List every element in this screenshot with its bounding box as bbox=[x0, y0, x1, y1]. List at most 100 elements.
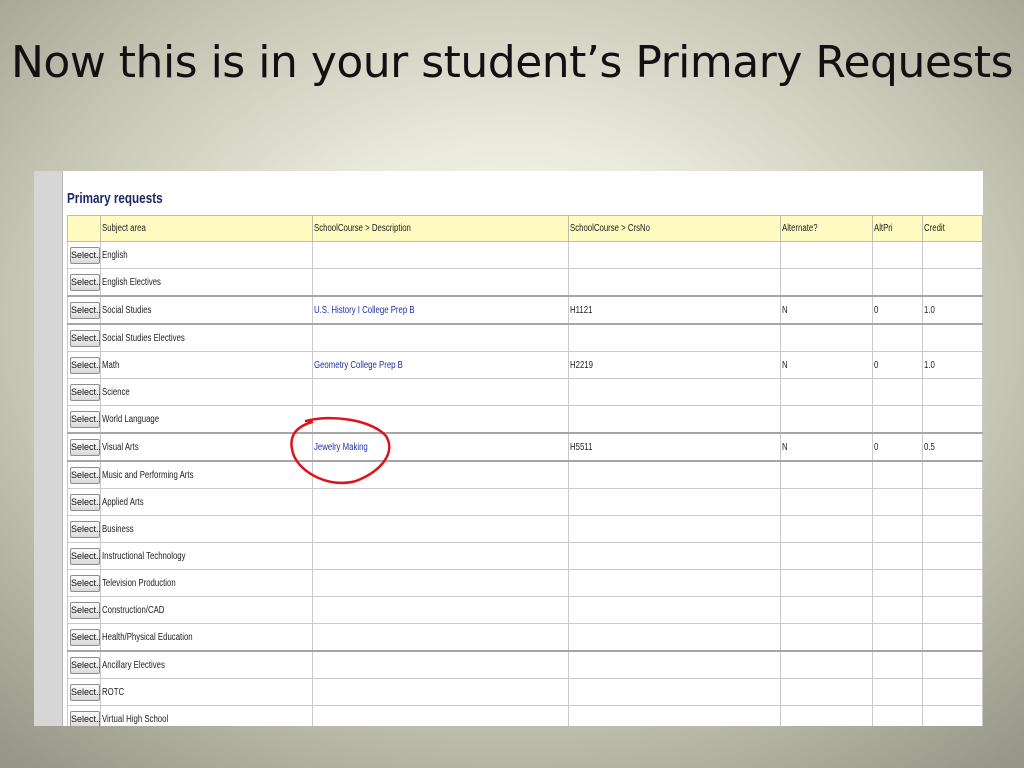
credit-cell-text: 1.0 bbox=[924, 359, 935, 371]
table-row: Select... Construction/CAD bbox=[67, 596, 983, 624]
subject-area-cell: ROTC bbox=[100, 678, 313, 706]
select-button[interactable]: Select... bbox=[70, 547, 100, 565]
subject-area-cell: Music and Performing Arts bbox=[100, 460, 313, 489]
column-header-credit[interactable]: Credit bbox=[922, 215, 983, 242]
select-cell: Select... bbox=[67, 432, 101, 462]
select-button[interactable]: Select... bbox=[70, 410, 100, 428]
table-row: Select... English Electives bbox=[67, 268, 983, 297]
course-number-cell bbox=[568, 650, 781, 679]
altpri-cell bbox=[872, 460, 923, 489]
course-description-cell bbox=[312, 378, 569, 406]
alternate-cell bbox=[780, 569, 873, 597]
subject-area-cell-text: English bbox=[102, 249, 128, 261]
course-number-cell-text: H5511 bbox=[570, 441, 593, 453]
select-button[interactable]: Select... bbox=[70, 356, 100, 374]
credit-cell bbox=[922, 488, 983, 516]
course-number-cell: H2219 bbox=[568, 351, 781, 379]
course-description-cell[interactable]: U.S. History I College Prep B bbox=[312, 295, 569, 325]
subject-area-cell: Virtual High School bbox=[100, 705, 313, 726]
alternate-cell bbox=[780, 488, 873, 516]
select-button[interactable]: Select... bbox=[70, 301, 100, 319]
select-cell: Select... bbox=[67, 295, 101, 325]
select-button[interactable]: Select... bbox=[70, 683, 100, 701]
select-cell: Select... bbox=[67, 488, 101, 516]
course-description-cell-text[interactable]: Jewelry Making bbox=[314, 442, 368, 453]
course-number-cell bbox=[568, 623, 781, 652]
course-description-cell bbox=[312, 405, 569, 434]
select-cell: Select... bbox=[67, 596, 101, 624]
select-cell: Select... bbox=[67, 268, 101, 297]
select-button[interactable]: Select... bbox=[70, 493, 100, 511]
select-button[interactable]: Select... bbox=[70, 520, 100, 538]
alternate-cell bbox=[780, 623, 873, 652]
course-description-cell bbox=[312, 488, 569, 516]
column-header-select bbox=[67, 215, 101, 242]
select-button[interactable]: Select... bbox=[70, 383, 100, 401]
column-header-altpri[interactable]: AltPri bbox=[872, 215, 923, 242]
course-number-cell-text: H2219 bbox=[570, 359, 593, 371]
altpri-cell bbox=[872, 705, 923, 726]
select-cell: Select... bbox=[67, 542, 101, 570]
select-button[interactable]: Select... bbox=[70, 601, 100, 619]
column-header-subject-area[interactable]: Subject area bbox=[100, 215, 313, 242]
altpri-cell-text: 0 bbox=[874, 304, 879, 316]
subject-area-cell-text: Social Studies bbox=[102, 304, 152, 316]
credit-cell bbox=[922, 378, 983, 406]
alternate-cell-text: N bbox=[782, 304, 788, 316]
altpri-cell-text: 0 bbox=[874, 441, 879, 453]
select-button[interactable]: Select... bbox=[70, 246, 100, 264]
alternate-cell bbox=[780, 268, 873, 297]
subject-area-cell-text: Music and Performing Arts bbox=[102, 469, 194, 481]
table-row: Select... Ancillary Electives bbox=[67, 650, 983, 679]
select-button[interactable]: Select... bbox=[70, 438, 100, 456]
subject-area-cell-text: Math bbox=[102, 359, 120, 371]
alternate-cell bbox=[780, 705, 873, 726]
select-button[interactable]: Select... bbox=[70, 273, 100, 291]
altpri-cell: 0 bbox=[872, 295, 923, 325]
altpri-cell bbox=[872, 678, 923, 706]
course-description-cell bbox=[312, 515, 569, 543]
select-cell: Select... bbox=[67, 678, 101, 706]
select-button[interactable]: Select... bbox=[70, 466, 100, 484]
alternate-cell bbox=[780, 542, 873, 570]
course-number-cell bbox=[568, 569, 781, 597]
course-description-cell bbox=[312, 323, 569, 352]
subject-area-cell-text: Health/Physical Education bbox=[102, 631, 193, 643]
select-button[interactable]: Select... bbox=[70, 574, 100, 592]
altpri-cell bbox=[872, 405, 923, 434]
credit-cell bbox=[922, 650, 983, 679]
select-button[interactable]: Select... bbox=[70, 329, 100, 347]
select-button[interactable]: Select... bbox=[70, 710, 100, 726]
alternate-cell: N bbox=[780, 351, 873, 379]
course-number-cell bbox=[568, 678, 781, 706]
course-description-cell-text[interactable]: U.S. History I College Prep B bbox=[314, 305, 415, 316]
column-header-alternate[interactable]: Alternate? bbox=[780, 215, 873, 242]
course-number-cell bbox=[568, 705, 781, 726]
table-row: Select... Applied Arts bbox=[67, 488, 983, 516]
table-row: Select... English bbox=[67, 241, 983, 269]
column-header-crsno[interactable]: SchoolCourse > CrsNo bbox=[568, 215, 781, 242]
credit-cell bbox=[922, 268, 983, 297]
altpri-cell bbox=[872, 542, 923, 570]
course-description-cell[interactable]: Geometry College Prep B bbox=[312, 351, 569, 379]
select-cell: Select... bbox=[67, 569, 101, 597]
altpri-cell bbox=[872, 488, 923, 516]
column-header-description[interactable]: SchoolCourse > Description bbox=[312, 215, 569, 242]
altpri-cell bbox=[872, 378, 923, 406]
alternate-cell bbox=[780, 405, 873, 434]
course-description-cell-text[interactable]: Geometry College Prep B bbox=[314, 360, 403, 371]
select-button[interactable]: Select... bbox=[70, 656, 100, 674]
subject-area-cell: Business bbox=[100, 515, 313, 543]
subject-area-cell-text: World Language bbox=[102, 413, 160, 425]
subject-area-cell: Construction/CAD bbox=[100, 596, 313, 624]
course-description-cell[interactable]: Jewelry Making bbox=[312, 432, 569, 462]
course-number-cell bbox=[568, 405, 781, 434]
subject-area-cell: Visual Arts bbox=[100, 432, 313, 462]
select-button[interactable]: Select... bbox=[70, 628, 100, 646]
select-cell: Select... bbox=[67, 705, 101, 726]
course-description-cell bbox=[312, 650, 569, 679]
table-row: Select... Music and Performing Arts bbox=[67, 460, 983, 489]
subject-area-cell-text: ROTC bbox=[102, 686, 125, 698]
altpri-cell bbox=[872, 515, 923, 543]
table-row: Select... Math Geometry College Prep B H221… bbox=[67, 351, 983, 379]
